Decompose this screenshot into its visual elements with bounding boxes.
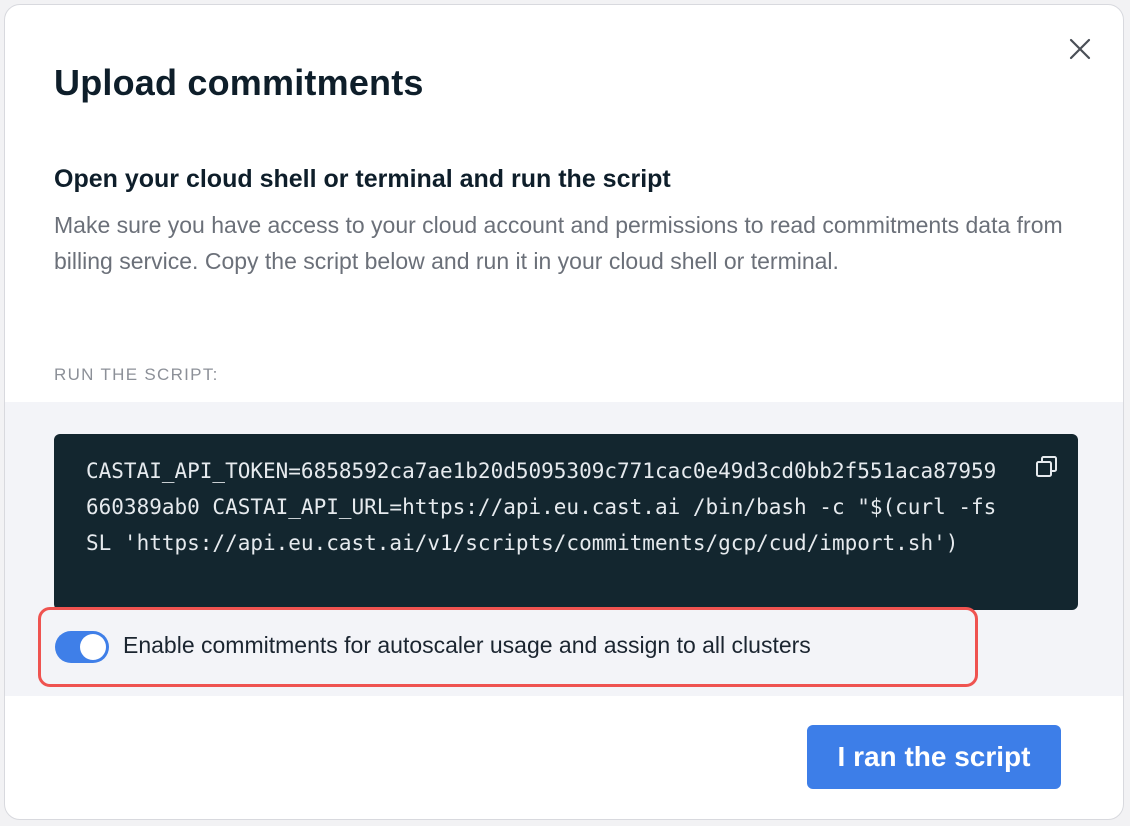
upload-commitments-dialog: Upload commitments Open your cloud shell… [4,4,1124,820]
autoscaler-toggle[interactable] [55,631,109,663]
instructions-description: Make sure you have access to your cloud … [54,212,1063,274]
autoscaler-toggle-label[interactable]: Enable commitments for autoscaler usage … [123,632,811,659]
autoscaler-toggle-row: Enable commitments for autoscaler usage … [38,607,978,687]
run-script-label: RUN THE SCRIPT: [54,365,219,384]
close-button[interactable] [1067,36,1093,62]
toggle-knob [80,634,106,660]
copy-script-button[interactable] [1034,454,1060,480]
close-icon [1069,38,1091,60]
script-code-block[interactable]: CASTAI_API_TOKEN=6858592ca7ae1b20d509530… [54,434,1078,610]
ran-script-button[interactable]: I ran the script [807,725,1061,789]
script-text[interactable]: CASTAI_API_TOKEN=6858592ca7ae1b20d509530… [86,453,1008,561]
copy-icon [1036,456,1057,477]
instructions-heading: Open your cloud shell or terminal and ru… [54,165,671,193]
dialog-title: Upload commitments [54,62,424,103]
